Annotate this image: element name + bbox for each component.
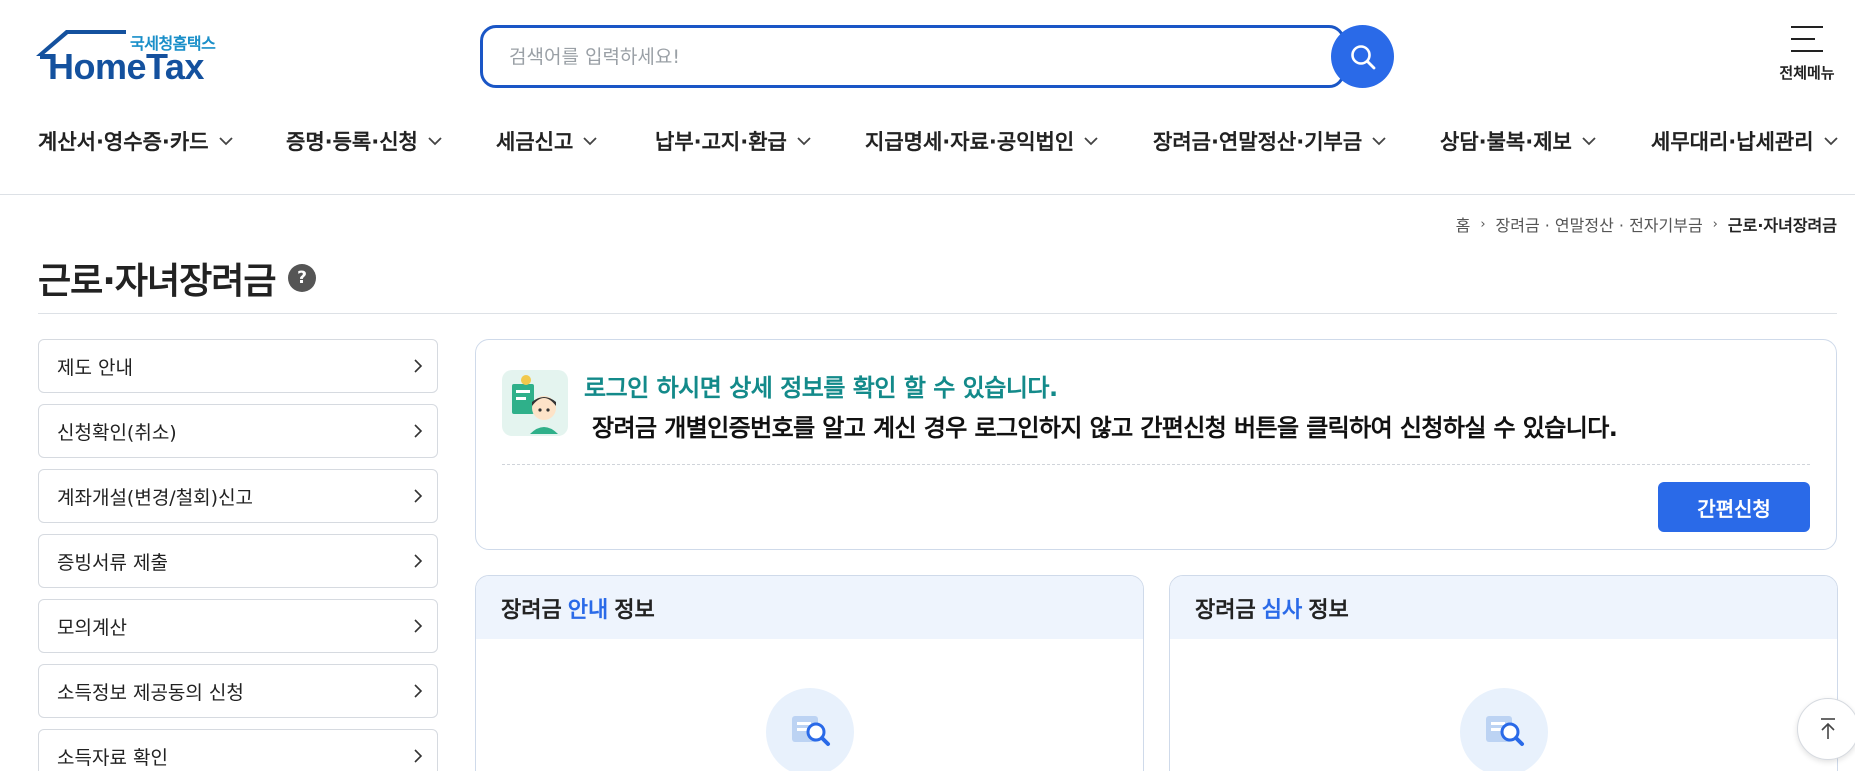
logo-title: HomeTax xyxy=(48,46,204,87)
search-input[interactable] xyxy=(483,28,1342,85)
help-icon[interactable]: ? xyxy=(287,264,316,292)
hometax-logo[interactable]: 국세청홈택스 HomeTax xyxy=(36,26,236,87)
chevron-right-icon xyxy=(414,424,423,438)
simple-apply-button[interactable]: 간편신청 xyxy=(1658,482,1810,532)
gnb-item-statement[interactable]: 지급명세·자료·공익법인 xyxy=(865,126,1098,156)
card-header-post: 정보 xyxy=(1308,597,1349,623)
gnb-item-label: 지급명세·자료·공익법인 xyxy=(865,130,1075,154)
breadcrumb-parent[interactable]: 장려금 · 연말정산 · 전자기부금 xyxy=(1496,212,1703,236)
notice-divider xyxy=(502,464,1810,465)
chevron-down-icon xyxy=(218,137,233,146)
gnb-item-label: 세무대리·납세관리 xyxy=(1651,130,1814,154)
side-item-mock-calc[interactable]: 모의계산 xyxy=(38,599,438,653)
chevron-down-icon xyxy=(1372,137,1386,146)
header-divider xyxy=(0,194,1855,195)
side-item-consent[interactable]: 소득정보 제공동의 신청 xyxy=(38,664,438,718)
all-menu-button[interactable]: 전체메뉴 xyxy=(1774,26,1840,83)
gnb-item-label: 장려금·연말정산·기부금 xyxy=(1153,130,1363,154)
card-header-pre: 장려금 xyxy=(1195,597,1256,623)
gnb-item-label: 계산서·영수증·카드 xyxy=(38,130,209,154)
chevron-down-icon xyxy=(797,137,811,146)
side-item-label: 제도 안내 xyxy=(57,356,133,379)
chevron-right-icon xyxy=(414,619,423,633)
gnb-item-agent[interactable]: 세무대리·납세관리 xyxy=(1651,126,1838,156)
search-icon xyxy=(1350,44,1375,69)
search-box xyxy=(480,25,1345,88)
side-item-label: 계좌개설(변경/철회)신고 xyxy=(57,486,254,509)
chevron-down-icon xyxy=(1823,137,1838,146)
all-menu-label: 전체메뉴 xyxy=(1779,64,1835,82)
side-item-system-guide[interactable]: 제도 안내 xyxy=(38,339,438,393)
chevron-right-icon xyxy=(414,554,423,568)
side-item-label: 소득자료 확인 xyxy=(57,746,168,769)
card-header-highlight: 심사 xyxy=(1261,597,1303,623)
chevron-down-icon xyxy=(583,137,597,146)
breadcrumb-home[interactable]: 홈 xyxy=(1456,212,1471,236)
title-divider xyxy=(38,313,1837,314)
chevron-right-icon xyxy=(414,359,423,373)
search-button[interactable] xyxy=(1331,25,1394,88)
login-notice: 로그인 하시면 상세 정보를 확인 할 수 있습니다. 장려금 개별인증번호를 … xyxy=(475,339,1837,550)
chevron-down-icon xyxy=(428,137,442,146)
side-item-label: 소득정보 제공동의 신청 xyxy=(57,681,244,704)
hamburger-icon xyxy=(1791,26,1823,52)
chevron-right-icon: › xyxy=(1480,216,1486,232)
side-item-application-check[interactable]: 신청확인(취소) xyxy=(38,404,438,458)
chevron-right-icon: › xyxy=(1712,216,1718,232)
side-item-label: 신청확인(취소) xyxy=(57,421,177,444)
gnb-item-incentive[interactable]: 장려금·연말정산·기부금 xyxy=(1153,126,1386,156)
document-search-icon xyxy=(1459,688,1548,771)
gnb-item-label: 상담·불복·제보 xyxy=(1440,130,1572,154)
card-header-post: 정보 xyxy=(614,597,655,623)
page-title-wrap: 근로·자녀장려금 ? xyxy=(38,252,316,304)
card-header: 장려금 안내 정보 xyxy=(476,576,1143,639)
chevron-down-icon xyxy=(1084,137,1098,146)
global-nav: 계산서·영수증·카드 증명·등록·신청 세금신고 납부·고지·환급 지급명세·자… xyxy=(38,126,1855,160)
breadcrumb-current: 근로·자녀장려금 xyxy=(1727,216,1837,235)
chevron-right-icon xyxy=(414,489,423,503)
gnb-item-invoice[interactable]: 계산서·영수증·카드 xyxy=(38,126,233,156)
side-menu: 제도 안내 신청확인(취소) 계좌개설(변경/철회)신고 증빙서류 제출 모의계… xyxy=(38,339,438,771)
notice-title: 로그인 하시면 상세 정보를 확인 할 수 있습니다. xyxy=(584,374,1058,402)
chevron-down-icon xyxy=(1582,137,1596,146)
incentive-review-card: 장려금 심사 정보 xyxy=(1169,575,1838,771)
page-title: 근로·자녀장려금 xyxy=(38,261,277,302)
person-login-icon xyxy=(502,370,568,436)
scroll-top-button[interactable] xyxy=(1797,698,1855,760)
gnb-item-certificate[interactable]: 증명·등록·신청 xyxy=(286,126,442,156)
notice-text: 장려금 개별인증번호를 알고 계신 경우 로그인하지 않고 간편신청 버튼을 클… xyxy=(592,414,1618,442)
gnb-item-tax-report[interactable]: 세금신고 xyxy=(496,126,597,156)
document-search-icon xyxy=(765,688,854,771)
side-item-document-submit[interactable]: 증빙서류 제출 xyxy=(38,534,438,588)
gnb-item-label: 세금신고 xyxy=(496,130,574,154)
card-header: 장려금 심사 정보 xyxy=(1170,576,1837,639)
card-header-pre: 장려금 xyxy=(501,597,562,623)
card-header-highlight: 안내 xyxy=(567,597,609,623)
breadcrumb: 홈 › 장려금 · 연말정산 · 전자기부금 › 근로·자녀장려금 xyxy=(1456,212,1837,236)
gnb-item-consult[interactable]: 상담·불복·제보 xyxy=(1440,126,1596,156)
arrow-up-icon xyxy=(1821,718,1835,739)
gnb-item-payment[interactable]: 납부·고지·환급 xyxy=(655,126,811,156)
chevron-right-icon xyxy=(414,684,423,698)
gnb-item-label: 증명·등록·신청 xyxy=(286,130,418,154)
side-item-label: 증빙서류 제출 xyxy=(57,551,168,574)
gnb-item-label: 납부·고지·환급 xyxy=(655,130,787,154)
side-item-account-report[interactable]: 계좌개설(변경/철회)신고 xyxy=(38,469,438,523)
side-item-label: 모의계산 xyxy=(57,616,127,639)
chevron-right-icon xyxy=(414,749,423,763)
incentive-guide-card: 장려금 안내 정보 xyxy=(475,575,1144,771)
side-item-income-check[interactable]: 소득자료 확인 xyxy=(38,729,438,771)
